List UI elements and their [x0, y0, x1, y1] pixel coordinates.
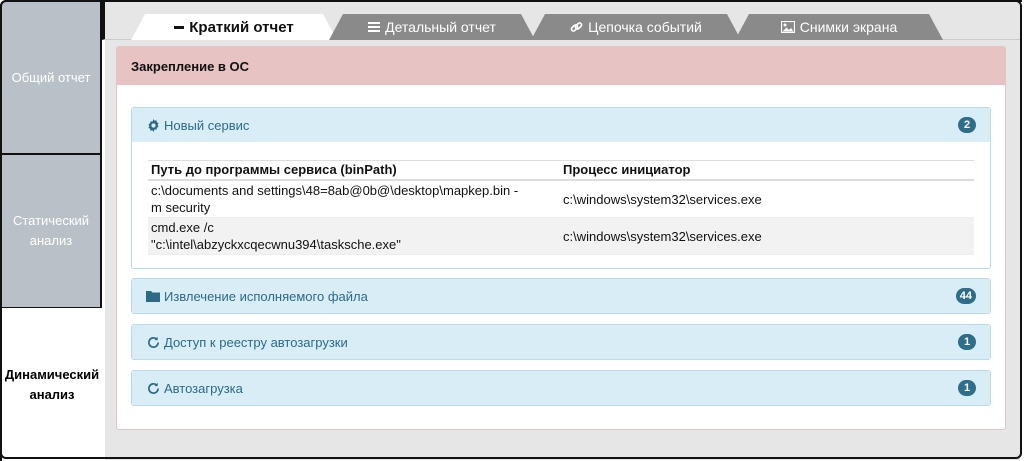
section-autorun: Автозагрузка 1 — [131, 370, 991, 406]
section-header-autorun-registry-access[interactable]: Доступ к реестру автозагрузки 1 — [132, 325, 990, 359]
sidebar-item-dynamic-analysis[interactable]: Динамический анализ — [0, 308, 102, 461]
count-badge: 1 — [958, 334, 976, 350]
tab-detailed-report[interactable]: Детальный отчет — [329, 14, 535, 40]
tab-screenshots[interactable]: Снимки экрана — [735, 14, 943, 40]
count-badge: 1 — [958, 380, 976, 396]
section-title: Автозагрузка — [164, 380, 243, 396]
tab-label: Цепочка событий — [588, 19, 702, 35]
cell-binpath: c:\documents and settings\48=8ab@0b@\des… — [148, 180, 560, 218]
link-icon — [570, 21, 583, 32]
sidebar-item-label: Динамический анализ — [4, 366, 100, 402]
section-new-service: Новый сервис 2 Путь до программы сервиса… — [131, 107, 991, 269]
section-header-new-service[interactable]: Новый сервис 2 — [132, 108, 990, 142]
tab-label: Детальный отчет — [385, 19, 496, 35]
list-icon — [368, 22, 381, 32]
sidebar-item-label: Статический анализ — [12, 213, 90, 248]
sidebar-item-general-report[interactable]: Общий отчет — [0, 0, 102, 155]
section-header-executable-extraction[interactable]: Извлечение исполняемого файла 44 — [132, 279, 990, 313]
minus-icon — [174, 25, 185, 29]
service-table: Путь до программы сервиса (binPath) Проц… — [148, 160, 974, 255]
cell-initiator: c:\windows\system32\services.exe — [560, 217, 974, 255]
sidebar-item-static-analysis[interactable]: Статический анализ — [0, 153, 102, 309]
tab-label: Снимки экрана — [799, 19, 898, 35]
column-header-binpath: Путь до программы сервиса (binPath) — [148, 160, 560, 181]
table-header-row: Путь до программы сервиса (binPath) Проц… — [148, 160, 974, 181]
column-header-initiator: Процесс инициатор — [560, 160, 974, 181]
persistence-panel: Закрепление в ОС Новый сервис 2 Путь до … — [116, 46, 1006, 430]
section-title: Извлечение исполняемого файла — [164, 288, 368, 304]
section-header-autorun[interactable]: Автозагрузка 1 — [132, 371, 990, 405]
table-row: cmd.exe /c "c:\intel\abzyckxcqecwnu394\t… — [148, 217, 974, 255]
panel-title: Закрепление в ОС — [117, 47, 1005, 85]
image-icon — [780, 21, 795, 33]
refresh-icon — [146, 381, 160, 395]
tab-event-chain[interactable]: Цепочка событий — [531, 14, 741, 40]
tab-summary-report[interactable]: Краткий отчет — [131, 14, 337, 40]
section-executable-extraction: Извлечение исполняемого файла 44 — [131, 278, 991, 314]
section-title: Новый сервис — [164, 117, 250, 133]
cell-binpath: cmd.exe /c "c:\intel\abzyckxcqecwnu394\t… — [148, 217, 560, 255]
table-row: c:\documents and settings\48=8ab@0b@\des… — [148, 180, 974, 218]
refresh-icon — [146, 335, 160, 349]
count-badge: 44 — [955, 288, 976, 304]
count-badge: 2 — [958, 117, 976, 133]
tab-label: Краткий отчет — [189, 18, 294, 36]
gear-icon — [146, 118, 160, 132]
cell-initiator: c:\windows\system32\services.exe — [560, 180, 974, 218]
sidebar-item-label: Общий отчет — [11, 69, 91, 85]
folder-icon — [146, 289, 160, 303]
section-autorun-registry-access: Доступ к реестру автозагрузки 1 — [131, 324, 991, 360]
tab-bar: Краткий отчет Детальный отчет Цепочка со… — [102, 2, 1020, 40]
report-window: Общий отчет Статический анализ Динамичес… — [0, 0, 1024, 461]
section-title: Доступ к реестру автозагрузки — [164, 334, 348, 350]
section-body: Путь до программы сервиса (binPath) Проц… — [132, 142, 990, 268]
